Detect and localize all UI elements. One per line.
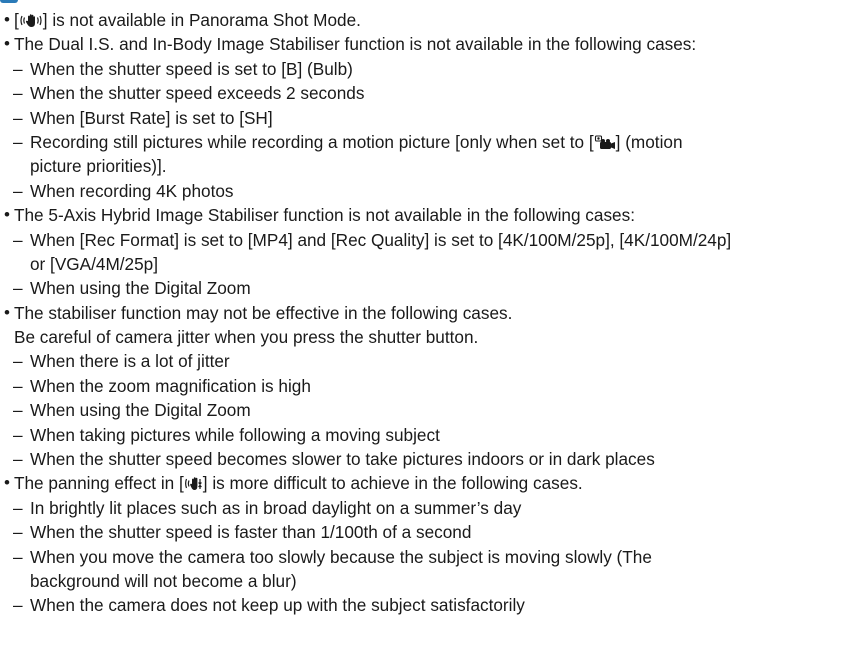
sub-item: – When taking pictures while following a …: [0, 423, 850, 447]
panning-stabiliser-icon: [184, 477, 202, 491]
sub-item: – When [Burst Rate] is set to [SH]: [0, 106, 850, 130]
sub-item: – When using the Digital Zoom: [0, 398, 850, 422]
sub-item: – When the shutter speed is set to [B] (B…: [0, 57, 850, 81]
note-item: • The 5-Axis Hybrid Image Stabiliser func…: [0, 203, 850, 227]
dash: –: [13, 351, 23, 372]
sub-item-continuation: background will not become a blur): [30, 570, 297, 591]
sub-item: – When the shutter speed exceeds 2 second…: [0, 81, 850, 105]
bullet: •: [4, 473, 10, 493]
note-continuation: Be careful of camera jitter when you pre…: [14, 327, 479, 348]
note-item: • The Dual I.S. and In-Body Image Stabili…: [0, 32, 850, 56]
bullet: •: [4, 205, 10, 225]
sub-item: – When the zoom magnification is high: [0, 374, 850, 398]
bullet: •: [4, 302, 10, 322]
sub-item: – Recording still pictures while recordin…: [0, 130, 850, 154]
note-item: • The panning effect in [ ] is more diffi…: [0, 471, 850, 495]
dash: –: [13, 375, 23, 396]
sub-item: – When [Rec Format] is set to [MP4] and […: [0, 228, 850, 252]
sub-item: – When the shutter speed is faster than 1…: [0, 520, 850, 544]
sub-item: – In brightly lit places such as in broad…: [0, 496, 850, 520]
motion-picture-priority-camera-icon: [594, 135, 615, 149]
note-marker: [0, 0, 18, 3]
dash: –: [13, 449, 23, 470]
stabiliser-hand-icon: [20, 14, 42, 27]
bullet: •: [4, 10, 10, 29]
sub-item: – When recording 4K photos: [0, 179, 850, 203]
dash: –: [13, 83, 23, 104]
sub-item: – When you move the camera too slowly bec…: [0, 545, 850, 569]
dash: –: [13, 400, 23, 421]
sub-item: – When the shutter speed becomes slower t…: [0, 447, 850, 471]
note-item: • The stabiliser function may not be effe…: [0, 301, 850, 325]
dash: –: [13, 131, 23, 152]
dash: –: [13, 424, 23, 445]
bullet: •: [4, 34, 10, 54]
dash: –: [13, 497, 23, 518]
sub-item: – When the camera does not keep up with t…: [0, 593, 850, 617]
section-header-bar: [0, 0, 850, 3]
dash: –: [13, 522, 23, 543]
dash: –: [13, 58, 23, 79]
dash: –: [13, 278, 23, 299]
sub-item-continuation: picture priorities)].: [30, 156, 167, 177]
dash: –: [13, 595, 23, 616]
dash: –: [13, 546, 23, 567]
sub-item: – When there is a lot of jitter: [0, 349, 850, 373]
dash: –: [13, 180, 23, 201]
dash: –: [13, 229, 23, 250]
note-item: •[ ] is not available in Panorama Shot M…: [0, 8, 850, 32]
sub-item: – When using the Digital Zoom: [0, 276, 850, 300]
notes-list: •[ ] is not available in Panorama Shot M…: [0, 8, 850, 618]
dash: –: [13, 107, 23, 128]
sub-item-continuation: or [VGA/4M/25p]: [30, 253, 159, 274]
